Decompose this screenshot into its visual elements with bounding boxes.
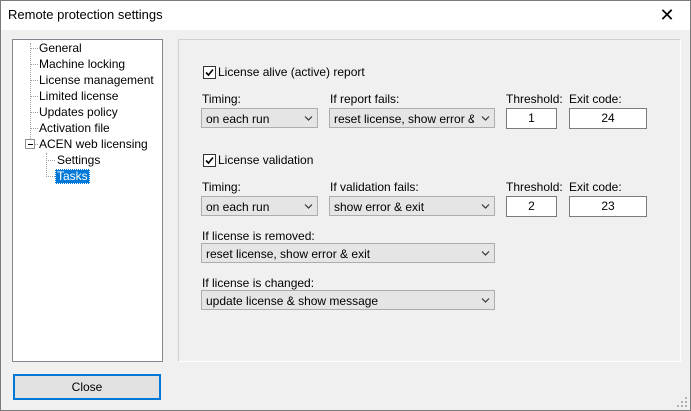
checkmark-icon [205,68,214,77]
alive-timing-label: Timing: [202,92,241,106]
close-window-icon[interactable]: ✕ [644,1,690,30]
tree-item-updates-policy[interactable]: Updates policy [37,105,120,120]
validation-label: License validation [218,153,314,167]
alive-fails-select[interactable]: reset license, show error & exit [329,108,495,128]
settings-tree: General Machine locking License manageme… [12,39,163,362]
validation-exit-code-input[interactable]: 23 [569,196,647,217]
changed-label: If license is changed: [202,276,315,290]
close-button[interactable]: Close [13,374,161,400]
alive-fails-label: If report fails: [330,92,400,106]
removed-action-value: reset license, show error & exit [206,247,371,261]
tree-guide-line [30,43,31,139]
resize-grip-icon[interactable] [677,397,688,408]
alive-timing-value: on each run [206,112,270,126]
alive-exit-code-label: Exit code: [569,92,622,106]
removed-action-select[interactable]: reset license, show error & exit [201,243,495,263]
tree-item-settings[interactable]: Settings [55,153,102,168]
chevron-down-icon [481,204,490,209]
title-bar: Remote protection settings ✕ [1,1,690,30]
dialog-window: Remote protection settings ✕ General Mac… [0,0,691,411]
tree-item-limited-license[interactable]: Limited license [37,89,120,104]
validation-fails-value: show error & exit [334,200,425,214]
window-title: Remote protection settings [8,7,163,22]
chevron-down-icon [481,116,490,121]
tasks-panel: License alive (active) report Timing: on… [178,39,681,362]
validation-timing-select[interactable]: on each run [201,196,318,216]
chevron-down-icon [481,251,490,256]
alive-report-checkbox[interactable] [203,66,216,79]
removed-label: If license is removed: [202,229,315,243]
changed-action-select[interactable]: update license & show message [201,290,495,310]
tree-guide-line [46,153,47,177]
tree-item-machine-locking[interactable]: Machine locking [37,57,127,72]
alive-fails-value: reset license, show error & exit [334,112,474,126]
validation-fails-label: If validation fails: [330,180,419,194]
chevron-down-icon [481,298,490,303]
alive-threshold-label: Threshold: [506,92,563,106]
tree-item-license-management[interactable]: License management [37,73,156,88]
tree-guide-line [46,160,55,161]
validation-threshold-input[interactable]: 2 [506,196,557,217]
changed-action-value: update license & show message [206,294,379,308]
alive-exit-code-input[interactable]: 24 [569,108,647,129]
validation-fails-select[interactable]: show error & exit [329,196,495,216]
chevron-down-icon [304,116,313,121]
alive-threshold-input[interactable]: 1 [506,108,557,129]
tree-item-acen-web-licensing[interactable]: ACEN web licensing [37,137,150,152]
validation-checkbox[interactable] [203,154,216,167]
tree-item-activation-file[interactable]: Activation file [37,121,112,136]
validation-timing-value: on each run [206,200,270,214]
alive-timing-select[interactable]: on each run [201,108,318,128]
collapse-icon[interactable] [25,139,35,149]
tree-item-general[interactable]: General [37,41,84,56]
alive-report-label: License alive (active) report [218,65,365,79]
checkmark-icon [205,156,214,165]
validation-timing-label: Timing: [202,180,241,194]
validation-exit-code-label: Exit code: [569,180,622,194]
chevron-down-icon [304,204,313,209]
tree-guide-line [46,176,55,177]
validation-threshold-label: Threshold: [506,180,563,194]
tree-item-tasks[interactable]: Tasks [55,169,90,184]
